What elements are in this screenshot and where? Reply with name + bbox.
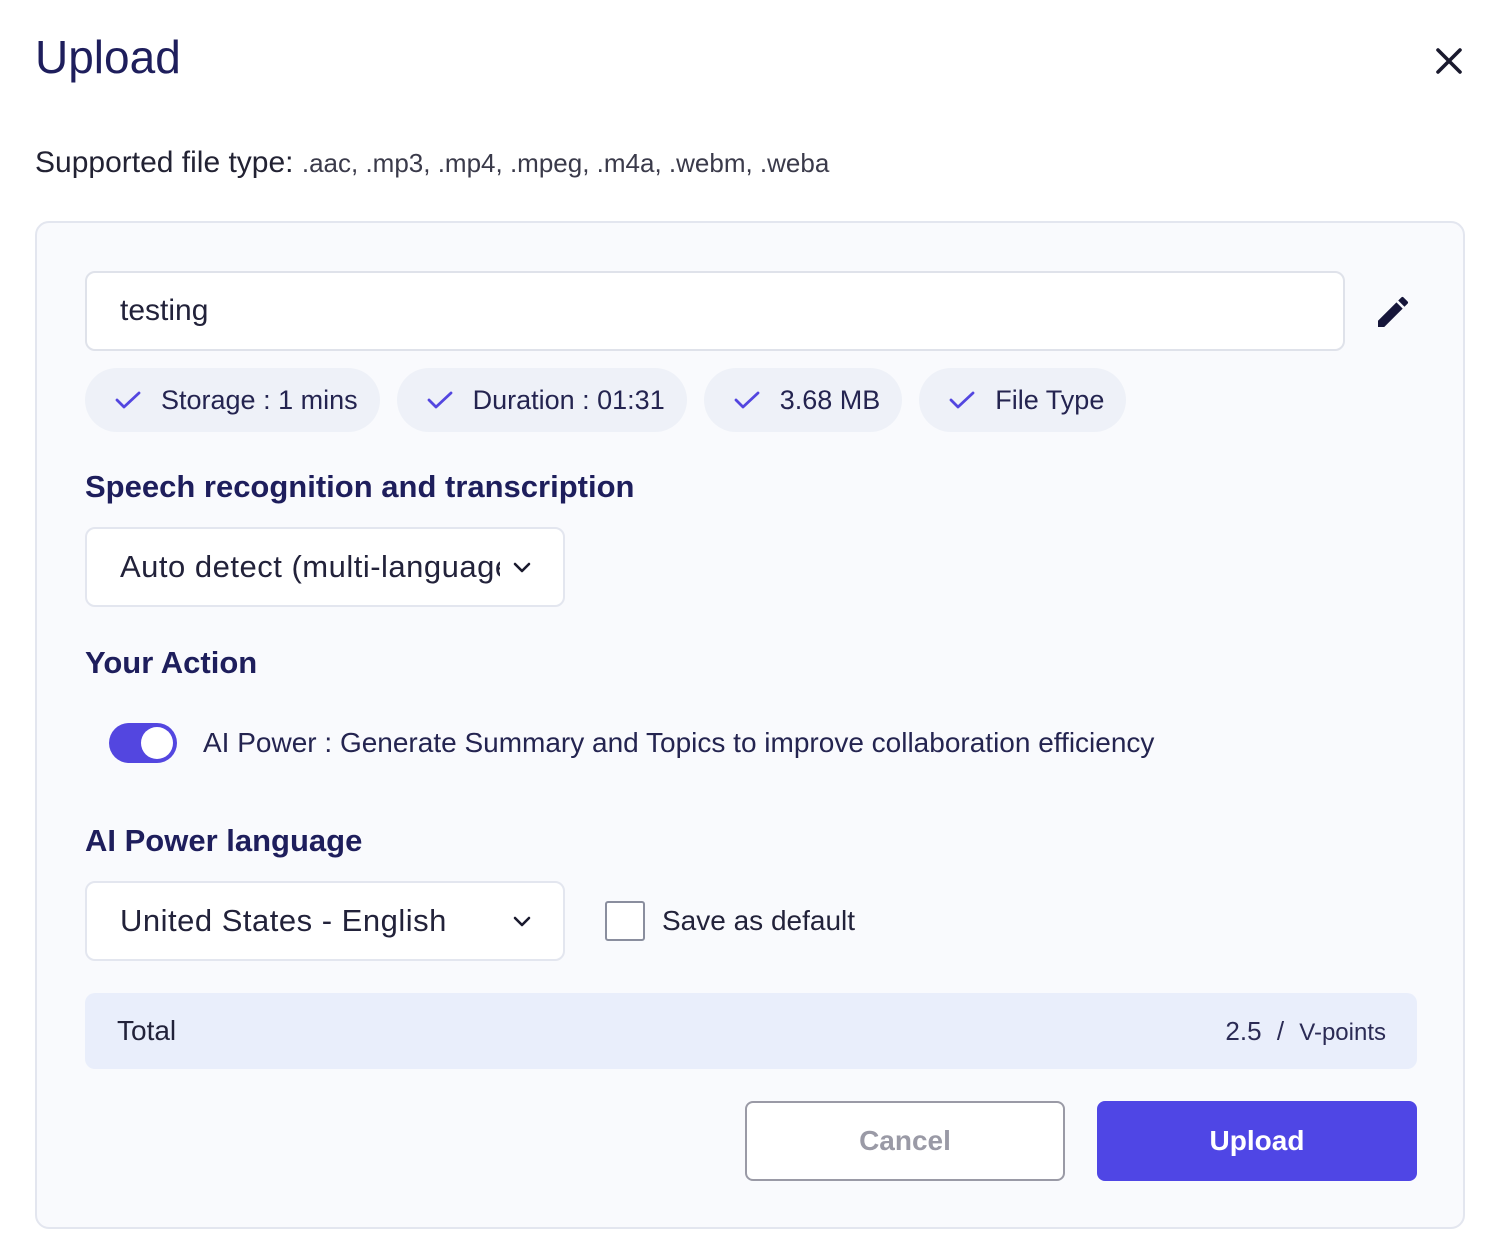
supported-label: Supported file type: [35, 146, 294, 179]
chip-duration: Duration : 01:31 [396, 368, 687, 432]
ai-power-toggle[interactable] [109, 723, 177, 763]
chevron-down-icon [513, 562, 531, 573]
ai-language-select[interactable]: United States - English [85, 881, 565, 961]
ai-power-label: AI Power : Generate Summary and Topics t… [203, 727, 1155, 758]
check-icon [949, 391, 975, 409]
close-button[interactable] [1426, 38, 1472, 84]
check-icon [734, 391, 760, 409]
toggle-knob [141, 727, 173, 759]
chip-label: Duration : 01:31 [472, 384, 665, 415]
total-value: 2.5 [1225, 1015, 1262, 1046]
chip-storage: Storage : 1 mins [85, 368, 380, 432]
chip-file-type: File Type [919, 368, 1127, 432]
chip-label: File Type [995, 384, 1105, 415]
total-amount: 2.5 / V-points [1225, 1016, 1386, 1047]
close-icon [1436, 48, 1462, 74]
supported-file-types: Supported file type: .aac, .mp3, .mp4, .… [35, 146, 829, 180]
pencil-icon [1378, 296, 1409, 327]
total-label: Total [117, 1015, 177, 1046]
upload-panel: Storage : 1 mins Duration : 01:31 3.68 M… [35, 221, 1465, 1229]
action-heading: Your Action [85, 645, 258, 680]
file-name-input[interactable] [85, 271, 1345, 351]
cancel-button[interactable]: Cancel [745, 1101, 1065, 1181]
ai-power-row: AI Power : Generate Summary and Topics t… [109, 723, 1154, 763]
total-separator: / [1276, 1015, 1285, 1046]
check-icon [115, 391, 141, 409]
save-default-label: Save as default [662, 905, 856, 936]
edit-name-button[interactable] [1370, 289, 1416, 335]
chip-label: Storage : 1 mins [161, 384, 358, 415]
upload-dialog: Upload Supported file type: .aac, .mp3, … [0, 0, 1487, 1235]
ai-language-heading: AI Power language [85, 823, 363, 858]
speech-language-value: Auto detect (multi-language) [120, 549, 500, 584]
ai-language-value: United States - English [120, 903, 447, 938]
upload-button[interactable]: Upload [1097, 1101, 1417, 1181]
total-bar: Total 2.5 / V-points [85, 993, 1417, 1069]
chip-size: 3.68 MB [703, 368, 903, 432]
save-default-row: Save as default [605, 901, 855, 941]
check-icon [427, 391, 452, 409]
save-default-checkbox[interactable] [605, 901, 645, 941]
chevron-down-icon [513, 916, 531, 927]
speech-heading: Speech recognition and transcription [85, 469, 635, 504]
total-unit: V-points [1299, 1018, 1386, 1046]
supported-types: .aac, .mp3, .mp4, .mpeg, .m4a, .webm, .w… [301, 148, 830, 178]
chip-label: 3.68 MB [779, 384, 881, 415]
file-info-chips: Storage : 1 mins Duration : 01:31 3.68 M… [85, 368, 1127, 432]
speech-language-select[interactable]: Auto detect (multi-language) [85, 527, 565, 607]
dialog-title: Upload [35, 31, 181, 83]
